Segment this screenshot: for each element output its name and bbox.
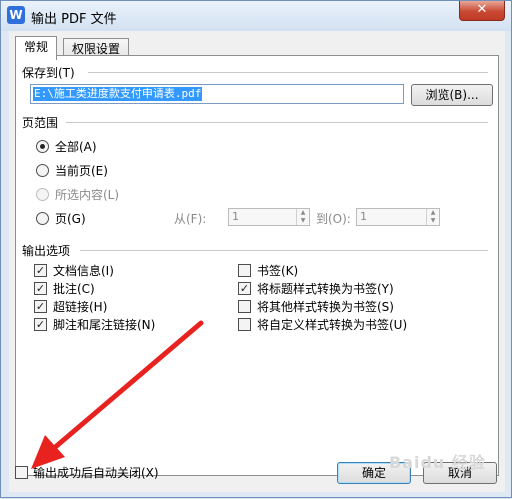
wps-writer-icon: W [7,6,25,24]
radio-current-page[interactable] [36,164,49,177]
save-to-label: 保存到(T) [22,66,75,80]
dialog-title: 输出 PDF 文件 [31,12,117,27]
page-range-divider [66,122,488,123]
radio-current-page-label: 当前页(E) [55,164,108,178]
checkbox-other-style-to-bookmark-label: 将其他样式转换为书签(S) [257,300,394,314]
output-options-divider [80,250,488,251]
checkbox-bookmarks[interactable] [238,264,251,277]
radio-all-pages[interactable] [36,140,49,153]
export-pdf-dialog: W 输出 PDF 文件 ✕ 常规 权限设置 保存到(T) E:\施工类进度款支付… [0,0,512,498]
radio-page-range-label: 页(G) [55,212,86,226]
from-page-spinner[interactable]: 1 ▲ ▼ [228,208,310,226]
save-path-input[interactable]: E:\施工类进度款支付申请表.pdf [30,84,404,104]
dialog-body: 常规 权限设置 保存到(T) E:\施工类进度款支付申请表.pdf 浏览(B).… [9,31,505,492]
radio-selection[interactable] [36,188,49,201]
to-page-label: 到(O): [316,212,351,226]
spinner-arrows-icon[interactable]: ▲ ▼ [426,209,439,225]
checkbox-other-style-to-bookmark[interactable] [238,300,251,313]
radio-selection-label: 所选内容(L) [55,188,120,202]
page-range-label: 页范围 [22,116,59,130]
checkbox-doc-info[interactable]: ✓ [34,264,47,277]
checkbox-custom-style-to-bookmark[interactable] [238,318,251,331]
save-to-divider [88,72,488,73]
save-path-value: E:\施工类进度款支付申请表.pdf [33,87,203,101]
checkbox-heading-to-bookmark[interactable]: ✓ [238,282,251,295]
radio-page-range[interactable] [36,212,49,225]
checkbox-auto-close-label: 输出成功后自动关闭(X) [33,466,159,480]
title-bar[interactable]: W 输出 PDF 文件 ✕ [1,1,511,31]
checkbox-auto-close[interactable] [15,466,28,479]
to-page-value: 1 [360,210,367,223]
checkbox-doc-info-label: 文档信息(I) [53,264,114,278]
checkbox-footnote-links-label: 脚注和尾注链接(N) [53,318,156,332]
radio-all-pages-label: 全部(A) [55,140,97,154]
checkbox-bookmarks-label: 书签(K) [257,264,299,278]
output-options-label: 输出选项 [22,244,71,258]
checkbox-custom-style-to-bookmark-label: 将自定义样式转换为书签(U) [257,318,408,332]
watermark-text: Baidu 经验 [389,453,486,472]
checkbox-footnote-links[interactable]: ✓ [34,318,47,331]
tab-general[interactable]: 常规 [15,36,58,60]
spinner-arrows-icon[interactable]: ▲ ▼ [296,209,309,225]
from-page-label: 从(F): [174,212,207,226]
to-page-spinner[interactable]: 1 ▲ ▼ [356,208,440,226]
browse-button[interactable]: 浏览(B)... [411,84,493,106]
checkbox-comments-label: 批注(C) [53,282,95,296]
from-page-value: 1 [232,210,239,223]
checkbox-hyperlinks[interactable]: ✓ [34,300,47,313]
close-button[interactable]: ✕ [459,1,505,21]
checkbox-hyperlinks-label: 超链接(H) [53,300,108,314]
tab-panel-general: 保存到(T) E:\施工类进度款支付申请表.pdf 浏览(B)... 页范围 全… [15,55,499,476]
checkbox-heading-to-bookmark-label: 将标题样式转换为书签(Y) [257,282,394,296]
checkbox-comments[interactable]: ✓ [34,282,47,295]
